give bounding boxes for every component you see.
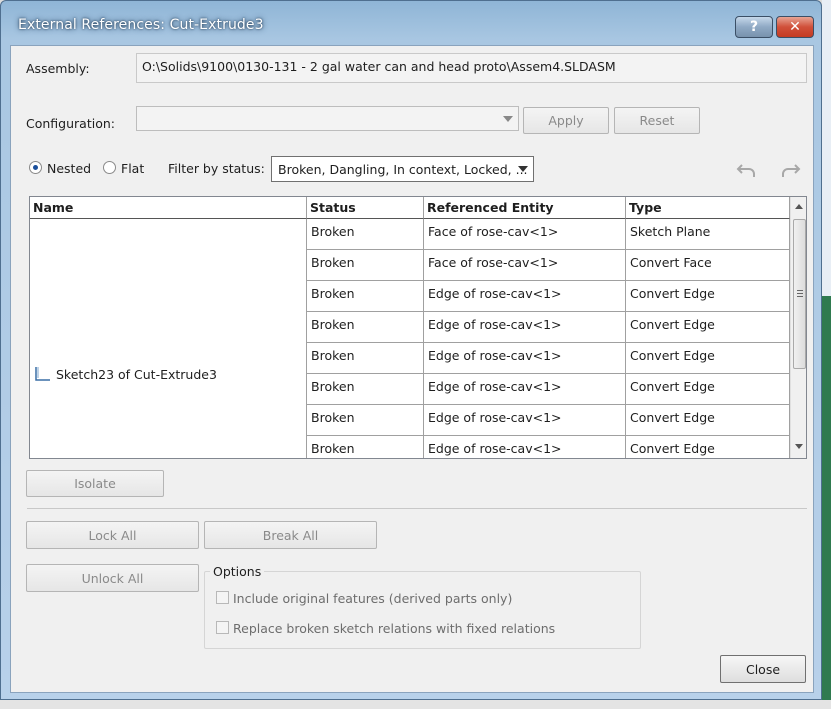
break-all-button[interactable]: Break All [204, 521, 377, 549]
scroll-up-arrow-icon[interactable] [795, 204, 803, 209]
configuration-label: Configuration: [26, 116, 115, 131]
status-cell: Broken [307, 405, 424, 436]
include-original-label: Include original features (derived parts… [233, 591, 513, 606]
replace-broken-label: Replace broken sketch relations with fix… [233, 621, 556, 636]
chevron-down-icon [518, 166, 528, 172]
status-cell: Broken [307, 281, 424, 312]
assembly-label: Assembly: [26, 61, 90, 76]
column-header-referenced-entity[interactable]: Referenced Entity [424, 197, 626, 219]
referenced-entity-cell: Edge of rose-cav<1> [424, 312, 626, 343]
reset-button[interactable]: Reset [614, 107, 700, 134]
type-cell: Convert Edge [626, 281, 790, 312]
type-cell: Convert Face [626, 250, 790, 281]
name-group-cell[interactable]: Sketch23 of Cut-Extrude3 [30, 219, 307, 458]
dialog-client-area: Assembly: O:\Solids\9100\0130-131 - 2 ga… [10, 45, 814, 693]
status-cell: Broken [307, 250, 424, 281]
nested-radio[interactable] [29, 161, 42, 174]
external-references-dialog: External References: Cut-Extrude3 ? ✕ As… [0, 0, 822, 700]
flat-label: Flat [121, 161, 145, 176]
referenced-entity-cell: Edge of rose-cav<1> [424, 374, 626, 405]
type-cell: Convert Edge [626, 343, 790, 374]
lock-all-button[interactable]: Lock All [26, 521, 199, 549]
column-header-type[interactable]: Type [626, 197, 790, 219]
undo-icon[interactable] [736, 160, 758, 180]
chevron-down-icon [503, 116, 513, 122]
assembly-path-value: O:\Solids\9100\0130-131 - 2 gal water ca… [142, 59, 616, 74]
separator [27, 508, 807, 509]
status-cell: Broken [307, 312, 424, 343]
filter-status-value: Broken, Dangling, In context, Locked, ..… [278, 162, 528, 177]
sketch-name-label: Sketch23 of Cut-Extrude3 [56, 367, 217, 382]
referenced-entity-cell: Face of rose-cav<1> [424, 250, 626, 281]
close-button[interactable]: Close [720, 655, 806, 683]
type-cell: Convert Edge [626, 436, 790, 458]
background-app-bottom [0, 700, 831, 709]
status-cell: Broken [307, 436, 424, 458]
options-group-title: Options [210, 564, 265, 579]
column-header-name[interactable]: Name [30, 197, 307, 219]
include-original-checkbox[interactable] [216, 591, 229, 604]
options-group [204, 571, 641, 649]
referenced-entity-cell: Edge of rose-cav<1> [424, 405, 626, 436]
sketch-icon [35, 367, 50, 381]
status-cell: Broken [307, 219, 424, 250]
referenced-entity-cell: Face of rose-cav<1> [424, 219, 626, 250]
background-app-edge [822, 0, 831, 709]
type-cell: Sketch Plane [626, 219, 790, 250]
column-header-status[interactable]: Status [307, 197, 424, 219]
status-cell: Broken [307, 374, 424, 405]
type-cell: Convert Edge [626, 405, 790, 436]
grip-icon [797, 290, 803, 291]
configuration-dropdown[interactable] [136, 106, 519, 131]
window-close-button[interactable]: ✕ [776, 16, 814, 38]
referenced-entity-cell: Edge of rose-cav<1> [424, 343, 626, 374]
apply-button[interactable]: Apply [523, 107, 609, 134]
nested-label: Nested [47, 161, 92, 176]
replace-broken-checkbox[interactable] [216, 621, 229, 634]
filter-status-dropdown[interactable]: Broken, Dangling, In context, Locked, ..… [271, 156, 534, 182]
unlock-all-button[interactable]: Unlock All [26, 564, 199, 592]
help-button[interactable]: ? [735, 16, 773, 38]
scrollbar-thumb[interactable] [793, 219, 806, 369]
referenced-entity-cell: Edge of rose-cav<1> [424, 436, 626, 458]
scroll-down-arrow-icon[interactable] [795, 444, 803, 449]
status-cell: Broken [307, 343, 424, 374]
redo-icon[interactable] [779, 160, 801, 180]
referenced-entity-cell: Edge of rose-cav<1> [424, 281, 626, 312]
type-cell: Convert Edge [626, 312, 790, 343]
filter-label: Filter by status: [168, 161, 265, 176]
assembly-path-field: O:\Solids\9100\0130-131 - 2 gal water ca… [136, 53, 807, 83]
vertical-scrollbar[interactable] [790, 197, 806, 458]
flat-radio[interactable] [103, 161, 116, 174]
references-table: Name Status Referenced Entity Type Sketc… [29, 196, 807, 459]
type-cell: Convert Edge [626, 374, 790, 405]
isolate-button[interactable]: Isolate [26, 470, 164, 497]
window-title: External References: Cut-Extrude3 [18, 17, 264, 33]
